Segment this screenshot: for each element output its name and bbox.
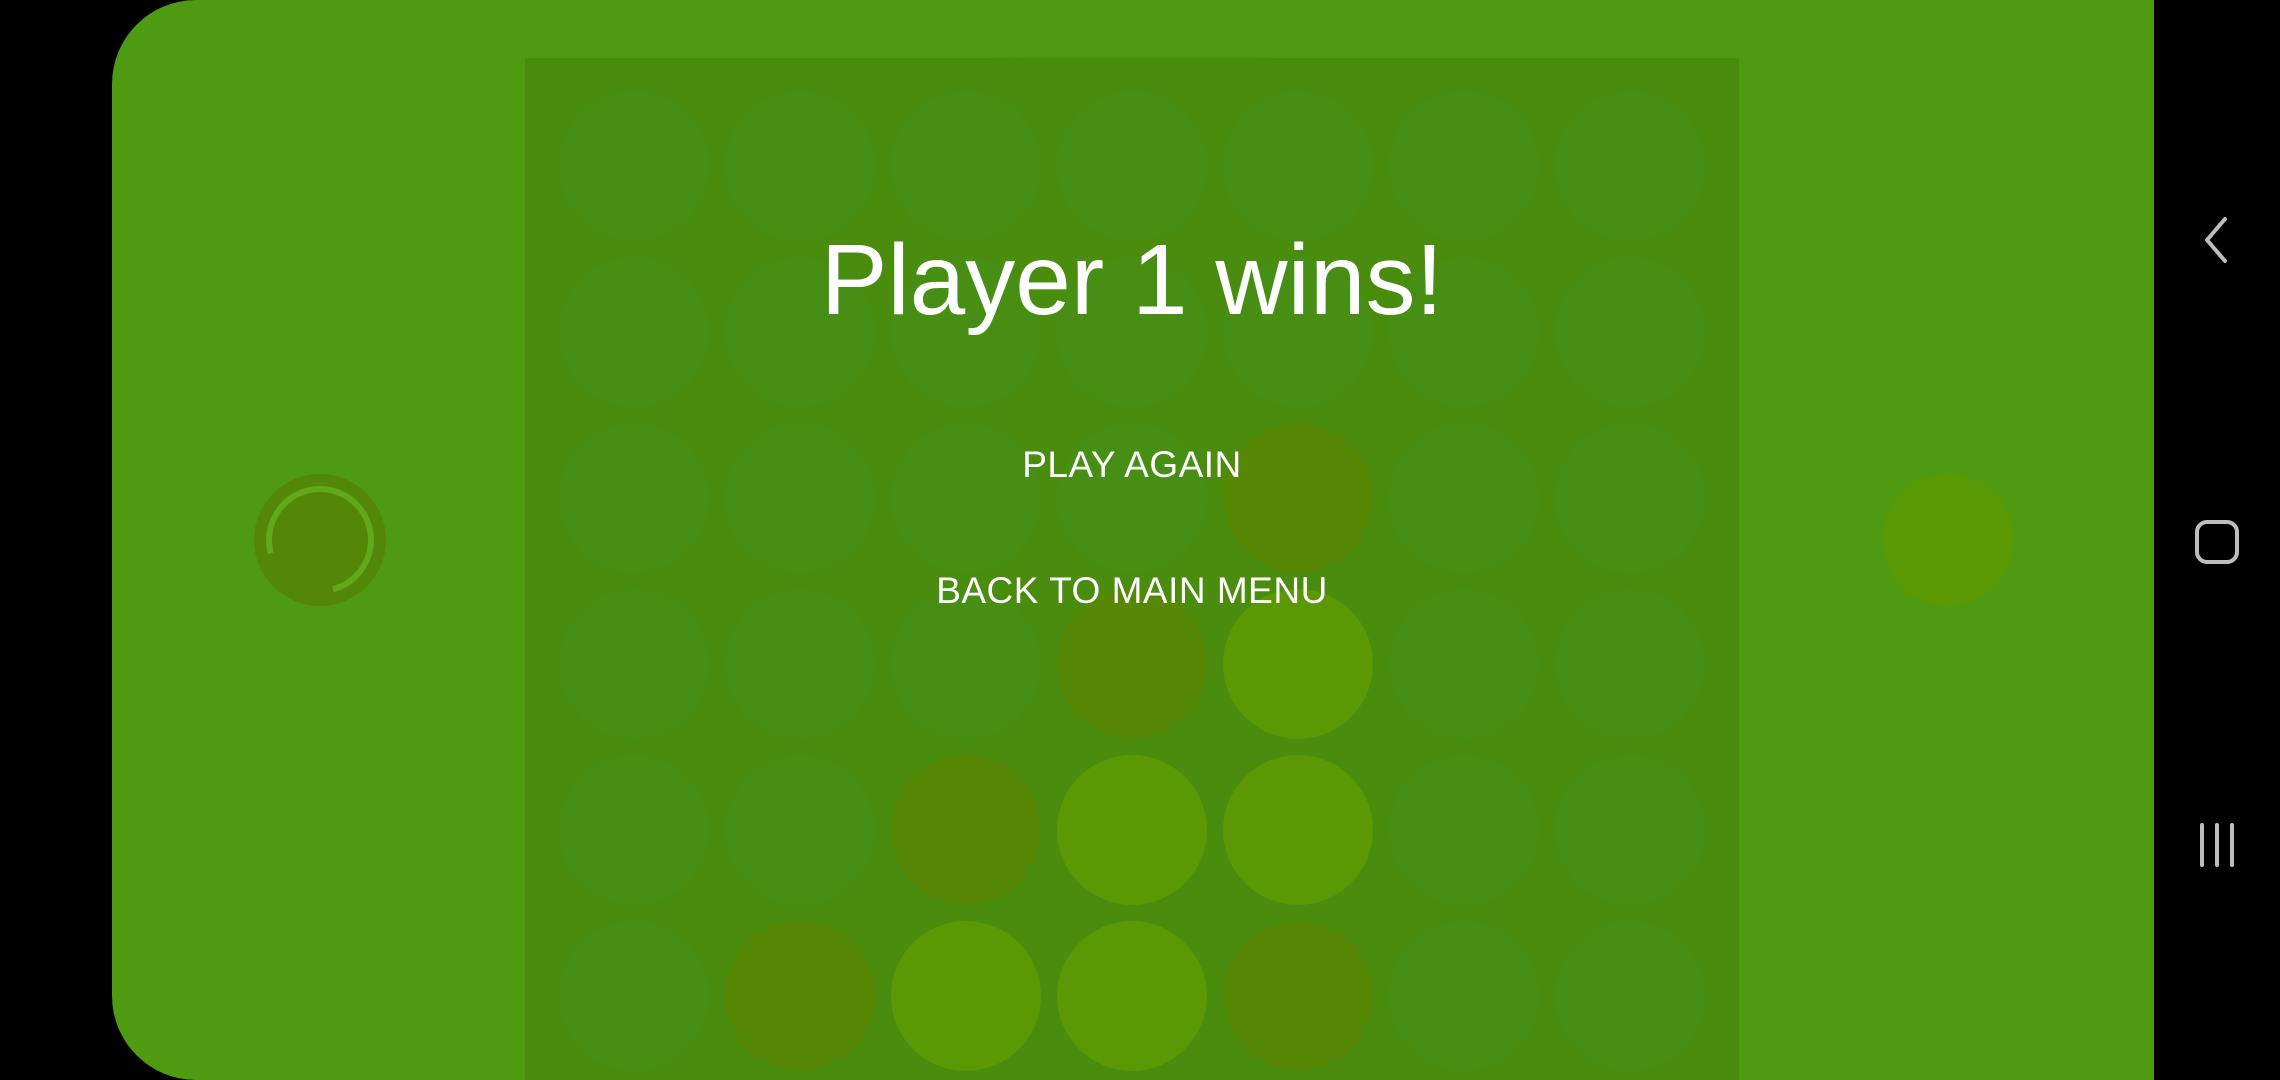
back-to-main-menu-button[interactable]: BACK TO MAIN MENU <box>925 556 1339 626</box>
board-slot[interactable] <box>1389 589 1539 739</box>
board-slot[interactable] <box>559 921 709 1071</box>
recents-icon[interactable] <box>2187 815 2247 875</box>
board-slot[interactable] <box>1555 91 1705 241</box>
board-slot[interactable] <box>559 589 709 739</box>
board-slot[interactable] <box>559 755 709 905</box>
game-area: Player 1 wins! PLAY AGAIN BACK TO MAIN M… <box>112 0 2154 1080</box>
home-icon[interactable] <box>2187 512 2247 572</box>
board-slot[interactable] <box>1555 921 1705 1071</box>
board-slot[interactable] <box>1057 921 1207 1071</box>
board-slot[interactable] <box>1555 755 1705 905</box>
board-slot[interactable] <box>891 755 1041 905</box>
player2-turn-indicator <box>1882 474 2014 606</box>
board-slot[interactable] <box>891 921 1041 1071</box>
board-slot[interactable] <box>725 921 875 1071</box>
system-navigation-bar <box>2154 0 2280 1080</box>
back-icon[interactable] <box>2187 210 2247 270</box>
board-slot[interactable] <box>1057 755 1207 905</box>
board-slot[interactable] <box>559 91 709 241</box>
play-again-button[interactable]: PLAY AGAIN <box>925 430 1339 500</box>
board-slot[interactable] <box>1389 921 1539 1071</box>
result-title: Player 1 wins! <box>820 224 1444 336</box>
board-slot[interactable] <box>725 91 875 241</box>
board-slot[interactable] <box>559 423 709 573</box>
loading-spinner-icon <box>246 466 394 614</box>
board-slot[interactable] <box>1555 423 1705 573</box>
screen: Player 1 wins! PLAY AGAIN BACK TO MAIN M… <box>0 0 2280 1080</box>
board-slot[interactable] <box>1555 589 1705 739</box>
board-slot[interactable] <box>1223 91 1373 241</box>
board-slot[interactable] <box>725 589 875 739</box>
board-slot[interactable] <box>725 755 875 905</box>
board-slot[interactable] <box>1223 921 1373 1071</box>
board-slot[interactable] <box>1223 755 1373 905</box>
board-slot[interactable] <box>891 91 1041 241</box>
board-slot[interactable] <box>1057 91 1207 241</box>
board-slot[interactable] <box>1389 423 1539 573</box>
board-slot[interactable] <box>1389 91 1539 241</box>
player1-turn-indicator <box>246 466 394 614</box>
board-slot[interactable] <box>725 423 875 573</box>
board-slot[interactable] <box>1389 755 1539 905</box>
